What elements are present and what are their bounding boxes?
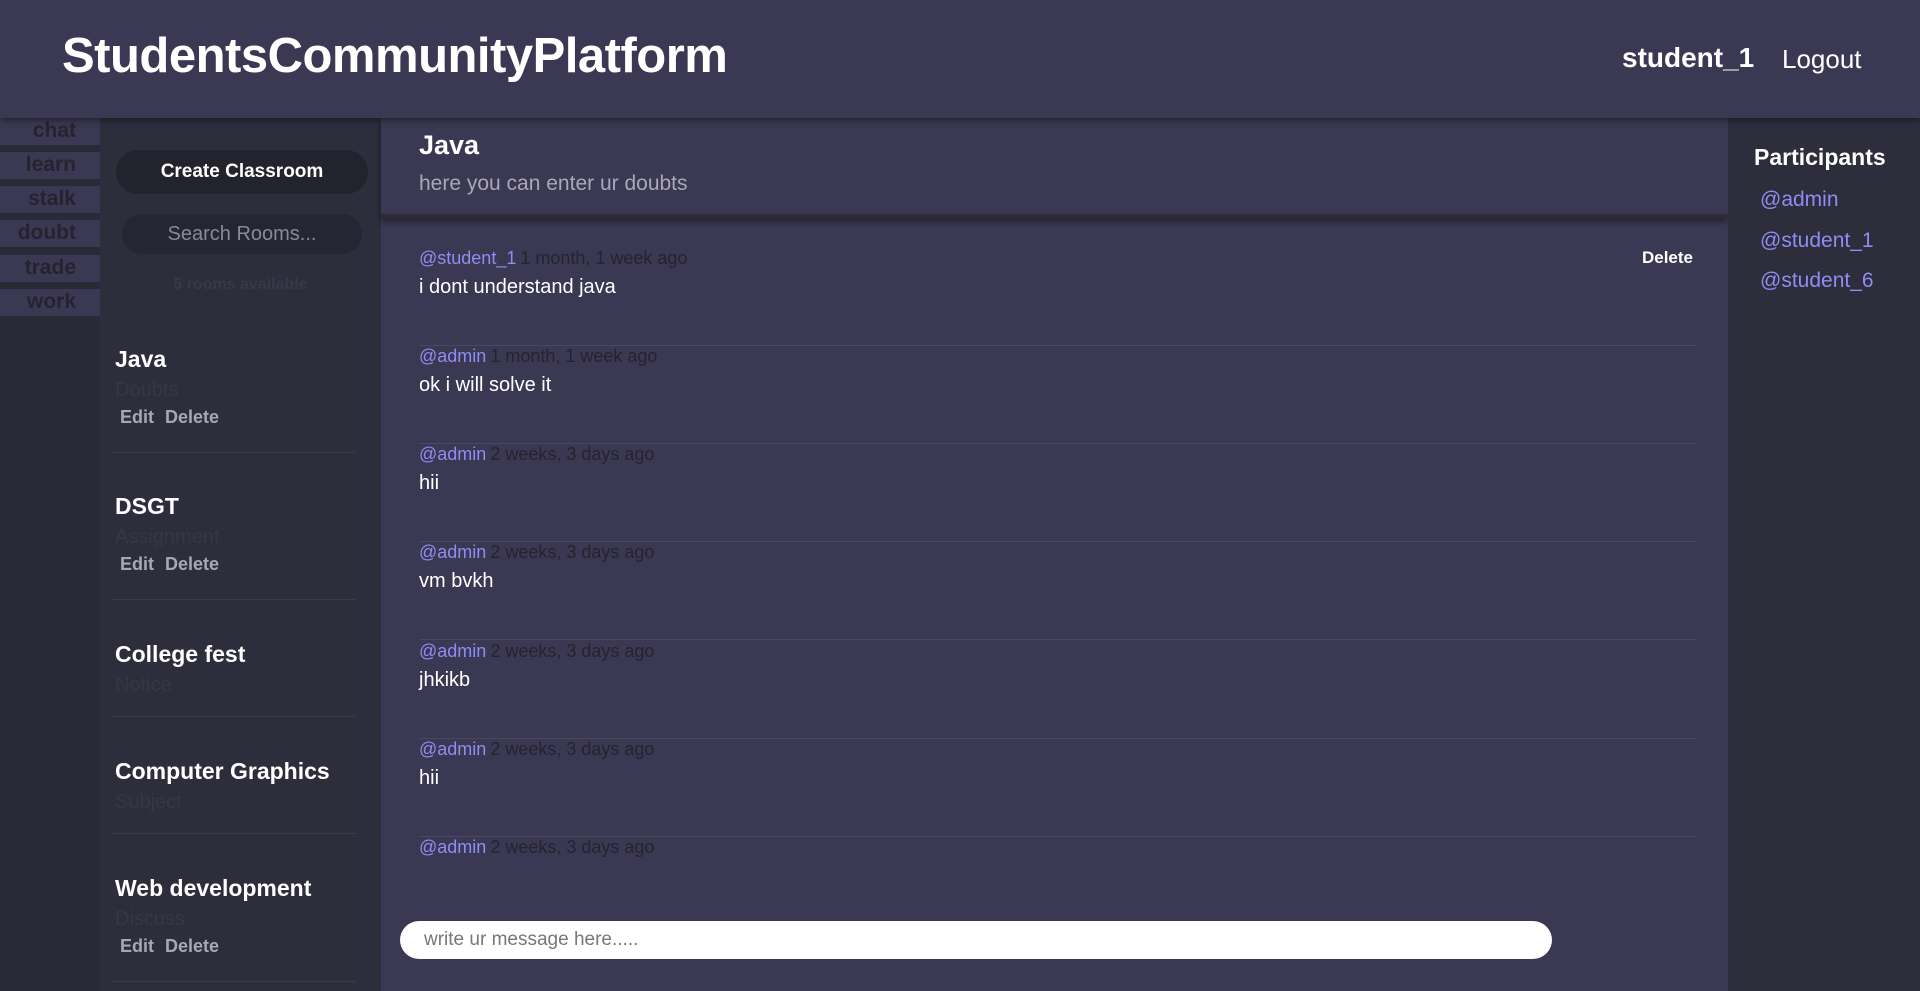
room-topic: Notice xyxy=(115,674,172,696)
participant-link[interactable]: @student_1 xyxy=(1760,229,1874,253)
room-divider xyxy=(112,981,356,982)
message-author[interactable]: @admin xyxy=(419,542,486,562)
room-edit-button[interactable]: Edit xyxy=(120,407,154,427)
room-description: here you can enter ur doubts xyxy=(419,172,688,195)
room-name[interactable]: DSGT xyxy=(115,493,355,520)
message-body: ok i will solve it xyxy=(419,374,552,396)
room-divider xyxy=(112,452,356,453)
message-meta: @admin 1 month, 1 week ago xyxy=(419,346,657,367)
room-edit-button[interactable]: Edit xyxy=(120,936,154,956)
tab-learn[interactable]: learn xyxy=(0,152,100,180)
room-item-college-fest[interactable]: College fest Notice xyxy=(115,641,355,698)
message-meta: @admin 2 weeks, 3 days ago xyxy=(419,739,654,760)
room-name[interactable]: Computer Graphics xyxy=(115,758,355,785)
message-item: @student_1 1 month, 1 week ago i dont und… xyxy=(419,248,1697,346)
message-body: hii xyxy=(419,767,440,789)
participant-link[interactable]: @admin xyxy=(1760,188,1839,212)
participants-title: Participants xyxy=(1754,144,1886,170)
section-tabs: chat learn stalk doubt trade work xyxy=(0,118,100,991)
message-author[interactable]: @admin xyxy=(419,837,486,857)
rooms-count: 5 rooms available xyxy=(173,276,308,293)
tab-doubt[interactable]: doubt xyxy=(0,220,100,248)
message-body: i dont understand java xyxy=(419,276,616,298)
room-divider xyxy=(112,833,356,834)
room-divider xyxy=(112,599,356,600)
room-item-web-development[interactable]: Web development Discuss Edit Delete xyxy=(115,875,355,957)
message-delete-button[interactable]: Delete xyxy=(1642,248,1693,268)
room-item-dsgt[interactable]: DSGT Assignment Edit Delete xyxy=(115,493,355,575)
message-time: 1 month, 1 week ago xyxy=(520,248,688,268)
message-meta: @admin 2 weeks, 3 days ago xyxy=(419,542,654,563)
brand-logo[interactable]: StudentsCommunityPlatform xyxy=(62,28,728,84)
tab-chat[interactable]: chat xyxy=(0,118,100,146)
message-item: @admin 2 weeks, 3 days ago jhkikb xyxy=(419,641,1697,739)
room-topic: Doubts xyxy=(115,379,179,401)
message-author[interactable]: @admin xyxy=(419,346,486,366)
tab-trade[interactable]: trade xyxy=(0,255,100,283)
room-name[interactable]: Java xyxy=(115,346,355,373)
room-name[interactable]: Web development xyxy=(115,875,355,902)
room-actions: Edit Delete xyxy=(115,936,355,957)
room-item-java[interactable]: Java Doubts Edit Delete xyxy=(115,346,355,428)
message-body: vm bvkh xyxy=(419,570,494,592)
room-actions: Edit Delete xyxy=(115,554,355,575)
message-author[interactable]: @admin xyxy=(419,444,486,464)
room-delete-button[interactable]: Delete xyxy=(165,936,219,956)
room-topic: Subject xyxy=(115,791,182,813)
message-meta: @admin 2 weeks, 3 days ago xyxy=(419,837,654,858)
message-body: jhkikb xyxy=(419,669,471,691)
tab-work[interactable]: work xyxy=(0,289,100,317)
message-meta: @admin 2 weeks, 3 days ago xyxy=(419,641,654,662)
message-author[interactable]: @admin xyxy=(419,739,486,759)
message-time: 2 weeks, 3 days ago xyxy=(490,641,655,661)
room-title: Java xyxy=(419,130,480,160)
message-time: 2 weeks, 3 days ago xyxy=(490,444,655,464)
participant-link[interactable]: @student_6 xyxy=(1760,269,1874,293)
room-header: Java here you can enter ur doubts xyxy=(381,118,1728,218)
message-time: 2 weeks, 3 days ago xyxy=(490,837,655,857)
room-name[interactable]: College fest xyxy=(115,641,355,668)
room-delete-button[interactable]: Delete xyxy=(165,407,219,427)
chat-main: Java here you can enter ur doubts @stude… xyxy=(381,118,1728,991)
tab-stalk[interactable]: stalk xyxy=(0,186,100,214)
message-meta: @student_1 1 month, 1 week ago xyxy=(419,248,687,269)
room-actions: Edit Delete xyxy=(115,407,355,428)
message-author[interactable]: @student_1 xyxy=(419,248,516,268)
room-divider xyxy=(112,716,356,717)
message-author[interactable]: @admin xyxy=(419,641,486,661)
room-topic: Assignment xyxy=(115,526,220,548)
message-time: 1 month, 1 week ago xyxy=(490,346,658,366)
top-header: StudentsCommunityPlatform student_1 Logo… xyxy=(0,0,1920,118)
participants-panel: Participants @admin @student_1 @student_… xyxy=(1728,118,1920,991)
message-item: @admin 2 weeks, 3 days ago hii xyxy=(419,739,1697,837)
search-rooms-input[interactable] xyxy=(122,214,362,254)
message-time: 2 weeks, 3 days ago xyxy=(490,739,655,759)
room-item-computer-graphics[interactable]: Computer Graphics Subject xyxy=(115,758,355,815)
logout-link[interactable]: Logout xyxy=(1782,44,1862,75)
room-edit-button[interactable]: Edit xyxy=(120,554,154,574)
message-item: @admin 2 weeks, 3 days ago hii xyxy=(419,444,1697,542)
room-delete-button[interactable]: Delete xyxy=(165,554,219,574)
message-body: hii xyxy=(419,472,440,494)
message-time: 2 weeks, 3 days ago xyxy=(490,542,655,562)
room-topic: Discuss xyxy=(115,908,186,930)
current-username[interactable]: student_1 xyxy=(1622,42,1754,74)
message-meta: @admin 2 weeks, 3 days ago xyxy=(419,444,654,465)
message-item: @admin 2 weeks, 3 days ago vm bvkh xyxy=(419,542,1697,640)
message-input[interactable] xyxy=(400,921,1552,959)
create-classroom-button[interactable]: Create Classroom xyxy=(116,150,368,194)
rooms-sidebar: Create Classroom 5 rooms available Java … xyxy=(100,118,381,991)
message-item: @admin 1 month, 1 week ago ok i will solv… xyxy=(419,346,1697,444)
